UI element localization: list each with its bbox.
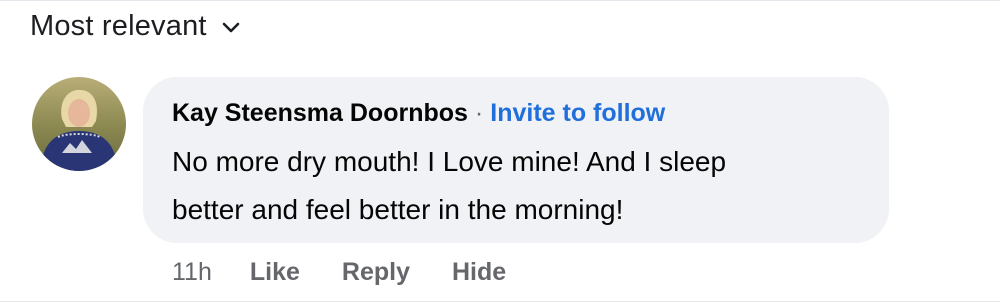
- comment-text-line: better and feel better in the morning!: [172, 194, 624, 225]
- timestamp[interactable]: 11h: [172, 258, 212, 287]
- comment-text-line: No more dry mouth! I Love mine! And I sl…: [172, 146, 727, 177]
- invite-to-follow-link[interactable]: Invite to follow: [490, 99, 665, 128]
- author-name[interactable]: Kay Steensma Doornbos: [172, 99, 468, 128]
- top-divider: [0, 0, 1000, 1]
- avatar[interactable]: [32, 77, 126, 171]
- comment-actions: 11h Like Reply Hide: [172, 252, 506, 292]
- reply-button[interactable]: Reply: [342, 258, 410, 287]
- hide-button[interactable]: Hide: [452, 258, 506, 287]
- like-button[interactable]: Like: [250, 258, 300, 287]
- sort-label: Most relevant: [30, 9, 207, 42]
- sort-dropdown[interactable]: Most relevant: [30, 6, 241, 46]
- chevron-down-icon: [221, 20, 241, 34]
- comment-header: Kay Steensma Doornbos · Invite to follow: [172, 96, 665, 130]
- comment-text: No more dry mouth! I Love mine! And I sl…: [172, 138, 872, 234]
- separator-dot: ·: [474, 98, 484, 127]
